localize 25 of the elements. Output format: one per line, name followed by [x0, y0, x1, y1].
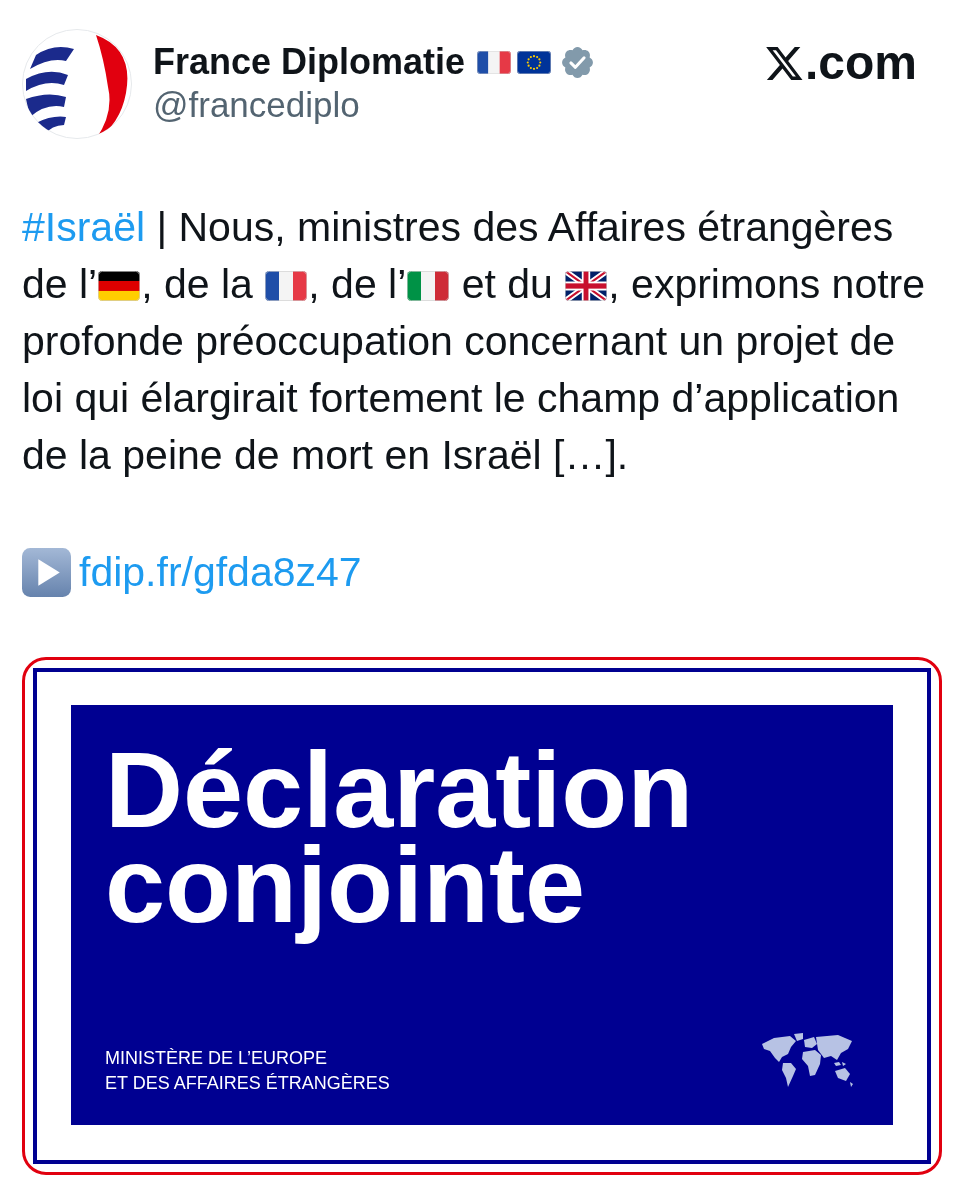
french-flag-icon [477, 50, 512, 74]
tweet-text: de l’ [22, 261, 98, 307]
tweet-text: , exprimons notre [608, 261, 926, 307]
tweet-text: , de la [141, 261, 254, 307]
author-name: France Diplomatie [153, 40, 466, 84]
tweet-text: | Nous, ministres des Affaires étrangères [155, 204, 894, 250]
tweet-text: de la peine de mort en Israël […]. [22, 432, 629, 478]
italian-flag-icon [407, 271, 450, 301]
tweet-text: , de l’ [308, 261, 407, 307]
tweet-text: et du [460, 261, 554, 307]
play-button-icon [22, 548, 71, 597]
avatar-icon [22, 29, 132, 139]
tweet-text: loi qui élargirait fortement le champ d’application [22, 375, 900, 421]
url-link[interactable]: fdip.fr/gfda8z47 [79, 544, 362, 601]
hashtag-link[interactable]: #Israël [22, 204, 146, 250]
british-flag-icon [565, 271, 608, 301]
x-logo-icon [765, 46, 803, 80]
tweet-text: profonde préoccupation concernant un projet de [22, 318, 895, 364]
site-domain: .com [804, 35, 917, 91]
declaration-title: Déclaration conjointe [105, 728, 695, 947]
ministry-name: MINISTÈRE DE L’EUROPE ET DES AFFAIRES ÉTRANGÈRES [105, 1047, 390, 1095]
french-flag-icon [265, 271, 308, 301]
author-handle: @francediplo [153, 84, 361, 126]
eu-flag-icon [517, 50, 552, 74]
german-flag-icon [98, 271, 141, 301]
